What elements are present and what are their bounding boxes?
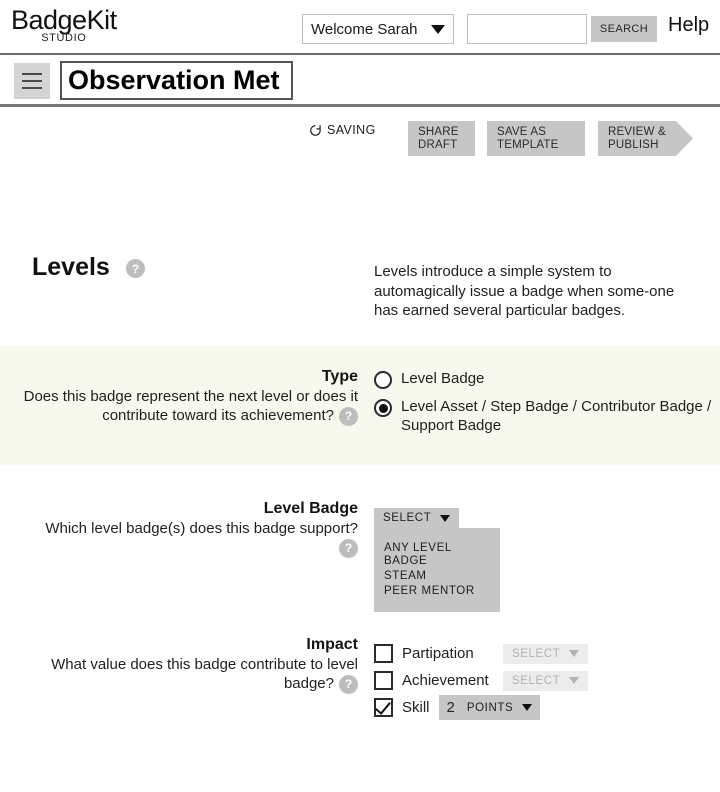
save-template-line1: SAVE AS [497, 126, 547, 138]
brand-logo: BadgeKit STUDIO [11, 5, 117, 44]
level-badge-description-text: Which level badge(s) does this badge sup… [45, 520, 358, 537]
review-publish-line1: REVIEW & [608, 126, 666, 138]
hamburger-bar [22, 80, 42, 82]
refresh-spinner-icon [310, 124, 321, 136]
type-row: Type Does this badge represent the next … [0, 346, 720, 465]
radio-icon[interactable] [374, 371, 392, 389]
achievement-select[interactable]: SELECT [503, 670, 589, 691]
level-badge-help-icon[interactable]: ? [339, 538, 358, 558]
chevron-down-icon [431, 24, 445, 34]
share-draft-line2: DRAFT [418, 138, 458, 151]
share-draft-line1: SHARE [418, 126, 459, 138]
saving-label: SAVING [327, 123, 376, 137]
partipation-select[interactable]: SELECT [503, 643, 589, 664]
radio-label: Level Badge [401, 370, 485, 387]
skill-points-select[interactable]: 2 POINTS [438, 695, 541, 720]
editor-toolbar: SAVING SHARE DRAFT SAVE AS TEMPLATE REVI… [0, 55, 720, 156]
type-options: Level Badge Level Asset / Step Badge / C… [374, 369, 720, 443]
impact-help-icon[interactable]: ? [339, 674, 358, 694]
level-badge-description: Which level badge(s) does this badge sup… [22, 519, 358, 558]
search-button[interactable]: SEARCH [591, 16, 657, 42]
save-as-template-button[interactable]: SAVE AS TEMPLATE [487, 121, 585, 156]
hamburger-icon[interactable] [14, 63, 50, 99]
impact-item-partipation: Partipation SELECT [374, 640, 589, 667]
type-description: Does this badge represent the next level… [22, 387, 358, 426]
checkbox-icon[interactable] [374, 698, 393, 717]
impact-controls: Partipation SELECT Achievement SELECT Sk… [374, 640, 589, 721]
review-publish-button[interactable]: REVIEW & PUBLISH [598, 121, 693, 156]
list-item[interactable]: STEAM [384, 570, 490, 583]
radio-option-level-asset[interactable]: Level Asset / Step Badge / Contributor B… [374, 397, 720, 435]
badge-title-input[interactable] [60, 61, 293, 100]
type-description-text: Does this badge represent the next level… [23, 388, 358, 424]
type-help-icon[interactable]: ? [339, 406, 358, 426]
impact-description: What value does this badge contribute to… [22, 655, 358, 694]
impact-item-label: Skill [402, 699, 430, 716]
level-badge-select[interactable]: SELECT [374, 508, 460, 528]
partipation-select-label: SELECT [512, 647, 561, 660]
impact-item-skill: Skill 2 POINTS [374, 694, 588, 721]
account-dropdown[interactable]: Welcome Sarah [302, 14, 454, 44]
review-publish-line2: PUBLISH [608, 138, 659, 151]
share-draft-button[interactable]: SHARE DRAFT [408, 121, 475, 156]
brand-name: BadgeKit [11, 5, 117, 35]
page-title: Levels [32, 253, 110, 281]
list-item[interactable]: PEER MENTOR [384, 585, 490, 598]
account-label: Welcome Sarah [311, 20, 418, 38]
impact-item-label: Achievement [402, 672, 489, 689]
list-item[interactable]: ANY LEVEL BADGE [384, 542, 490, 568]
level-badge-label: Level Badge [263, 500, 358, 517]
chevron-down-icon [569, 677, 580, 684]
levels-help-icon[interactable]: ? [126, 259, 145, 278]
type-label: Type [321, 368, 358, 385]
impact-label-column: Impact What value does this badge contri… [22, 636, 358, 694]
help-link[interactable]: Help [668, 14, 709, 37]
chevron-down-icon [522, 704, 533, 711]
impact-label: Impact [306, 636, 358, 653]
saving-status: SAVING [309, 123, 376, 137]
radio-label: Level Asset / Step Badge / Contributor B… [401, 398, 712, 434]
level-badge-option-list: ANY LEVEL BADGE STEAM PEER MENTOR [374, 528, 500, 612]
radio-icon[interactable] [374, 399, 392, 417]
skill-points-number: 2 [446, 699, 455, 716]
chevron-down-icon [440, 514, 451, 522]
chevron-down-icon [569, 650, 580, 657]
level-badge-label-column: Level Badge Which level badge(s) does th… [22, 500, 358, 558]
checkbox-icon[interactable] [374, 644, 393, 663]
hamburger-bar [22, 87, 42, 89]
checkbox-icon[interactable] [374, 671, 393, 690]
levels-description: Levels introduce a simple system to auto… [374, 263, 675, 319]
level-badge-row: Level Badge Which level badge(s) does th… [0, 492, 720, 612]
achievement-select-label: SELECT [512, 674, 561, 687]
level-badge-control: SELECT ANY LEVEL BADGE STEAM PEER MENTOR [374, 508, 500, 612]
top-bar: BadgeKit STUDIO Welcome Sarah SEARCH Hel… [0, 0, 720, 55]
search-input[interactable] [467, 14, 587, 44]
save-template-line2: TEMPLATE [497, 138, 559, 151]
radio-option-level-badge[interactable]: Level Badge [374, 369, 720, 389]
hamburger-bar [22, 73, 42, 75]
skill-points-unit: POINTS [466, 701, 514, 714]
impact-item-achievement: Achievement SELECT [374, 667, 589, 694]
impact-row: Impact What value does this badge contri… [0, 628, 720, 738]
impact-item-label: Partipation [402, 645, 474, 662]
type-label-column: Type Does this badge represent the next … [22, 368, 358, 426]
level-badge-select-label: SELECT [383, 512, 432, 524]
impact-description-text: What value does this badge contribute to… [51, 656, 358, 692]
